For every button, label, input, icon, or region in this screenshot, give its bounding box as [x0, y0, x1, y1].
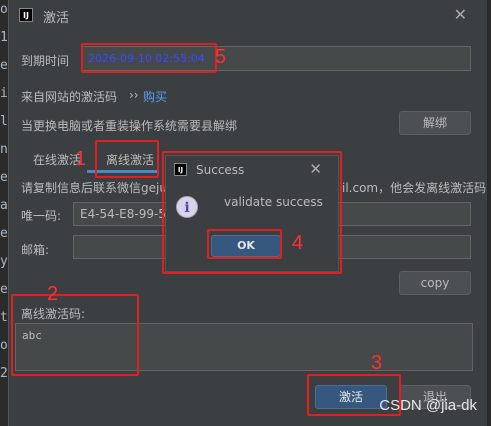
- intellij-app-icon: IJ: [19, 8, 33, 22]
- code-glyph: e: [0, 170, 8, 185]
- dialog-title: 激活: [43, 11, 70, 26]
- code-glyph: n: [0, 142, 8, 157]
- code-glyph: o: [0, 2, 8, 17]
- annotation-box-2: [11, 294, 139, 376]
- expiry-label: 到期时间: [21, 54, 70, 68]
- annotation-box-1: [95, 140, 159, 178]
- unique-code-value: E4-54-E8-99-5: [80, 207, 166, 221]
- code-glyph: e: [0, 226, 8, 241]
- code-glyph: e: [0, 58, 8, 73]
- annotation-number-5: 5: [215, 46, 227, 68]
- dialog-titlebar: IJ 激活 ✕: [9, 0, 487, 30]
- offline-instruction-left: 请复制信息后联系微信geju: [21, 181, 167, 195]
- annotation-box-4: [207, 229, 282, 259]
- copy-button[interactable]: copy: [399, 271, 471, 295]
- close-icon[interactable]: ✕: [454, 5, 467, 24]
- offline-instruction-right: il.com，他会发离线激活码: [342, 181, 487, 195]
- annotation-number-3: 3: [371, 352, 383, 374]
- code-glyph: e: [0, 282, 8, 297]
- unbind-hint: 当更换电脑或者重装操作系统需要县解绑: [21, 119, 238, 133]
- code-glyph: o: [0, 338, 8, 353]
- unique-code-label: 唯一码:: [21, 209, 62, 223]
- buy-link[interactable]: 购买: [143, 88, 167, 105]
- code-glyph: i: [0, 86, 8, 101]
- csdn-watermark: CSDN @jia-dk: [379, 397, 477, 414]
- annotation-number-1: 1: [75, 148, 87, 170]
- unbind-button[interactable]: 解绑: [399, 111, 471, 135]
- website-code-label: 来自网站的激活码: [21, 90, 118, 104]
- code-glyph: l: [0, 114, 8, 129]
- code-glyph: y: [0, 254, 8, 269]
- separator-icon: ››: [129, 88, 139, 102]
- code-glyph: a: [0, 198, 8, 213]
- code-glyph: t: [0, 310, 8, 325]
- email-label: 邮箱:: [21, 243, 50, 257]
- code-glyph: 2: [0, 366, 8, 381]
- annotation-number-2: 2: [47, 283, 59, 305]
- annotation-box-5: [81, 43, 217, 73]
- tab-online-activation[interactable]: 在线激活: [33, 151, 81, 168]
- annotation-number-4: 4: [292, 232, 304, 254]
- code-glyph: 1: [0, 30, 8, 45]
